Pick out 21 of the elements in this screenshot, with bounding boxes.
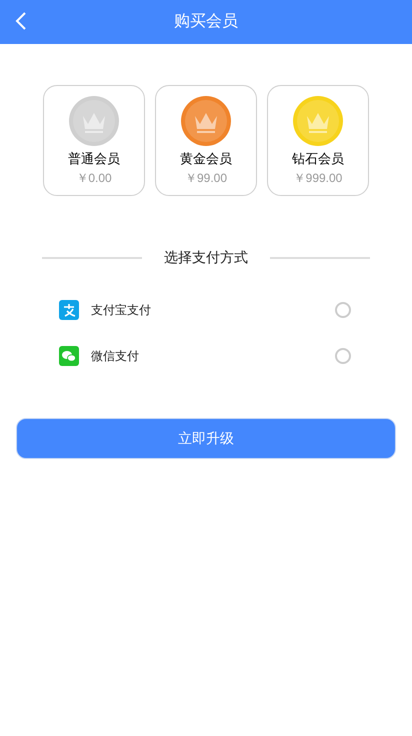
payment-option[interactable]: 支付宝支付 xyxy=(59,300,353,320)
membership-name: 黄金会员 xyxy=(180,150,232,168)
membership-card[interactable]: 黄金会员 ￥99.00 xyxy=(155,85,257,196)
membership-price: ￥0.00 xyxy=(76,170,112,186)
membership-name: 钻石会员 xyxy=(292,150,344,168)
section-title: 选择支付方式 xyxy=(164,248,248,267)
membership-price: ￥99.00 xyxy=(184,170,228,186)
page-title: 购买会员 xyxy=(174,12,238,32)
payment-label: 支付宝支付 xyxy=(91,302,151,319)
payment-logo-icon xyxy=(59,300,79,320)
membership-price: ￥999.00 xyxy=(294,170,342,186)
chat-bubbles-icon xyxy=(59,346,79,366)
membership-name: 普通会员 xyxy=(68,150,120,168)
radio-button[interactable] xyxy=(335,348,351,364)
back-icon xyxy=(14,11,28,31)
membership-card[interactable]: 普通会员 ￥0.00 xyxy=(43,85,145,196)
radio-button[interactable] xyxy=(335,302,351,318)
membership-card[interactable]: 钻石会员 ￥999.00 xyxy=(267,85,369,196)
back-button[interactable] xyxy=(14,11,28,31)
payment-option[interactable]: 微信支付 xyxy=(59,346,353,366)
payment-label: 微信支付 xyxy=(91,348,139,365)
